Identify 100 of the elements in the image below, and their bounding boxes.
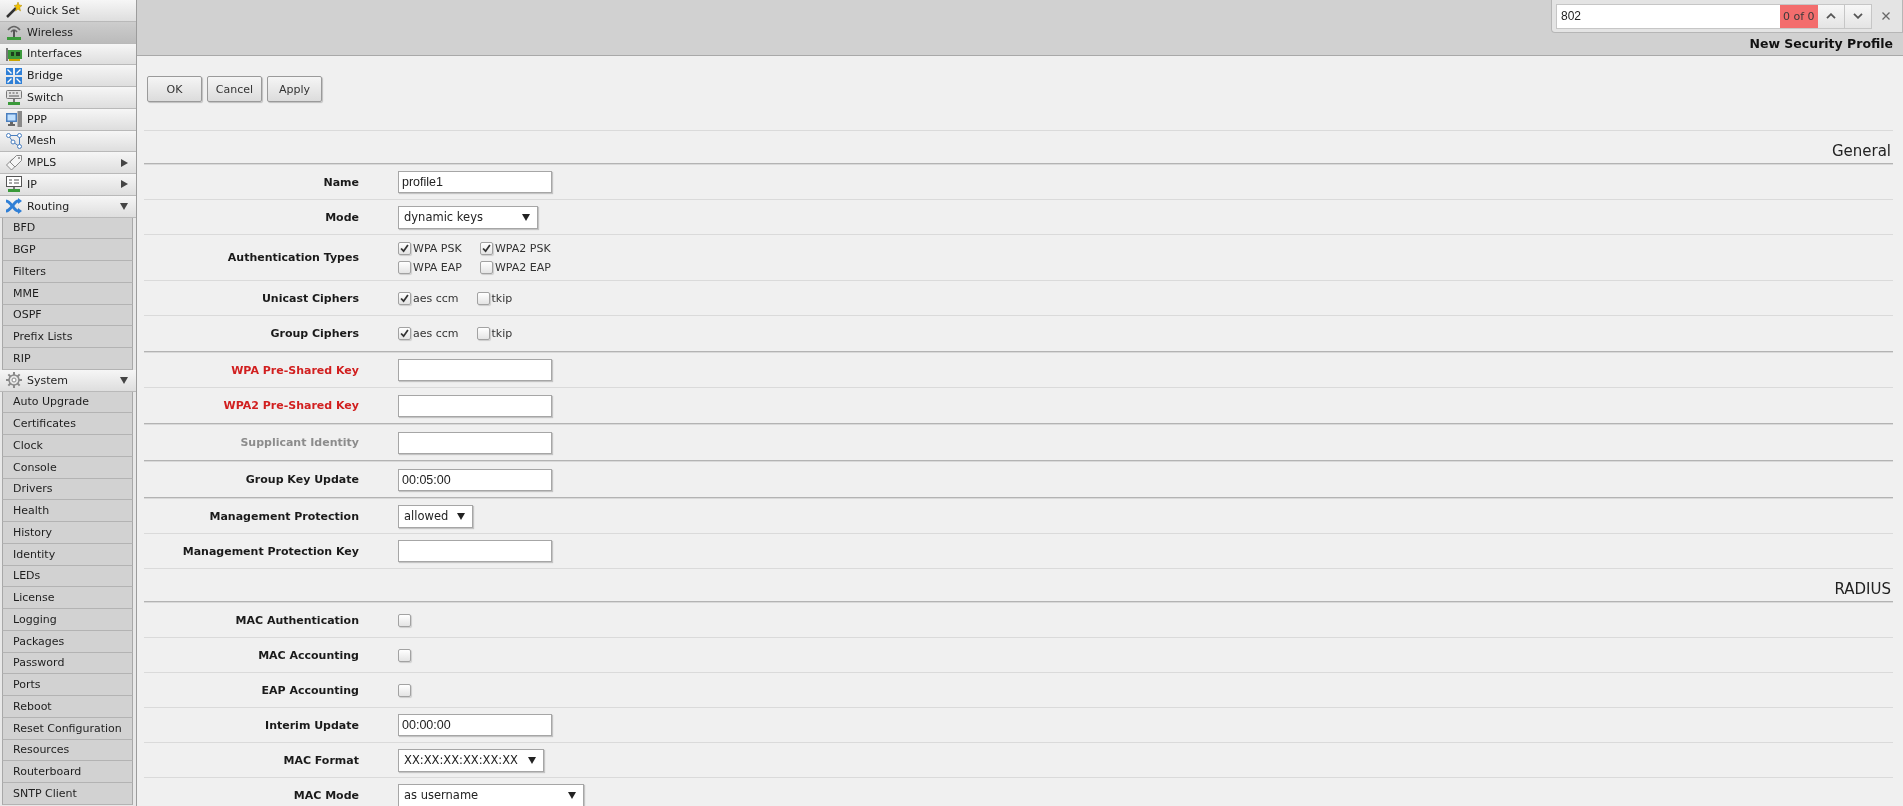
text-field[interactable] bbox=[398, 394, 552, 417]
checkbox[interactable] bbox=[476, 291, 490, 305]
sidebar-subitem[interactable]: Auto Upgrade bbox=[2, 391, 133, 414]
caret-down-icon bbox=[568, 791, 576, 799]
sidebar-subitem[interactable]: MME bbox=[2, 282, 133, 305]
sidebar-item[interactable]: MPLS bbox=[0, 152, 136, 174]
checkbox-label: aes ccm bbox=[413, 327, 459, 340]
checkmark-icon bbox=[400, 243, 409, 253]
sidebar-subitem[interactable]: Prefix Lists bbox=[2, 326, 133, 348]
previous-match-button[interactable] bbox=[1817, 3, 1845, 29]
text-field[interactable] bbox=[398, 540, 552, 562]
checkbox-label: WPA2 PSK bbox=[494, 241, 551, 255]
sidebar-subitem[interactable]: Filters bbox=[2, 261, 133, 283]
checkbox-label: WPA PSK bbox=[413, 241, 462, 255]
network-card-icon bbox=[6, 45, 22, 62]
dropdown[interactable]: as username bbox=[398, 783, 584, 806]
search-field[interactable]: 802 bbox=[1556, 3, 1780, 29]
sidebar-subitem[interactable]: Clock bbox=[2, 435, 133, 457]
sidebar-item[interactable]: Wireless bbox=[0, 21, 136, 44]
sidebar-item[interactable]: Switch bbox=[0, 87, 136, 109]
sidebar-item[interactable]: IP bbox=[0, 174, 136, 196]
checkmark-icon bbox=[400, 293, 409, 303]
checkbox[interactable] bbox=[398, 683, 411, 697]
checkbox[interactable] bbox=[398, 613, 411, 627]
sidebar-item[interactable]: Interfaces bbox=[0, 43, 136, 66]
text-field[interactable]: 00:05:00 bbox=[398, 468, 552, 491]
chevron-down-icon bbox=[1852, 13, 1863, 19]
text-field[interactable] bbox=[398, 431, 552, 454]
checkbox[interactable] bbox=[398, 327, 411, 340]
text-field[interactable]: 00:00:00 bbox=[398, 714, 552, 736]
apply-button[interactable]: Apply bbox=[267, 76, 322, 102]
tag-icon bbox=[6, 154, 22, 171]
dropdown[interactable]: dynamic keys bbox=[398, 205, 538, 229]
sidebar-subitem[interactable]: Console bbox=[2, 456, 133, 479]
sidebar-subitem[interactable]: BFD bbox=[2, 217, 133, 240]
sidebar-subitem[interactable]: Reset Configuration bbox=[2, 717, 133, 740]
checkmark-icon bbox=[400, 329, 409, 338]
field-label: MAC Format bbox=[282, 753, 359, 767]
checkmark-icon bbox=[481, 243, 491, 253]
dropdown[interactable]: XX:XX:XX:XX:XX:XX bbox=[398, 748, 544, 772]
checkbox-label: tkip bbox=[491, 291, 513, 305]
sidebar-subitem[interactable]: Password bbox=[2, 652, 133, 675]
section-title: RADIUS bbox=[1834, 580, 1891, 598]
sidebar-item[interactable]: Bridge bbox=[0, 65, 136, 87]
field-label: Group Key Update bbox=[244, 473, 359, 486]
sidebar-subitem[interactable]: Ports bbox=[2, 674, 133, 696]
next-match-button[interactable] bbox=[1844, 3, 1872, 29]
magic-wand-icon bbox=[6, 2, 22, 19]
field-label: MAC Authentication bbox=[234, 613, 359, 627]
sidebar-subitem[interactable]: LEDs bbox=[2, 565, 133, 588]
checkbox[interactable] bbox=[398, 260, 411, 274]
network-box-icon bbox=[6, 176, 22, 193]
caret-down-icon bbox=[528, 756, 536, 764]
checkbox[interactable] bbox=[398, 291, 411, 305]
nodes-icon bbox=[6, 132, 22, 149]
sidebar-subitem[interactable]: Logging bbox=[2, 609, 133, 631]
ok-button[interactable]: OK bbox=[147, 76, 202, 102]
cancel-button[interactable]: Cancel bbox=[207, 76, 262, 102]
four-arrows-icon bbox=[6, 67, 22, 84]
sidebar-subitem[interactable]: Reboot bbox=[2, 696, 133, 718]
sidebar-subitem[interactable]: History bbox=[2, 522, 133, 544]
sidebar-subitem[interactable]: Health bbox=[2, 500, 133, 522]
sidebar-item[interactable]: System bbox=[0, 369, 136, 392]
field-label: MAC Accounting bbox=[257, 648, 359, 662]
checkbox[interactable] bbox=[479, 241, 493, 255]
sidebar-item[interactable]: PPP bbox=[0, 108, 136, 131]
checkbox[interactable] bbox=[476, 327, 490, 340]
crossing-arrows-icon bbox=[6, 198, 22, 215]
sidebar-item[interactable]: Routing bbox=[0, 195, 136, 218]
sidebar-subitem[interactable]: Resources bbox=[2, 739, 133, 762]
sidebar-subitem[interactable]: Drivers bbox=[2, 478, 133, 501]
field-label: Management Protection bbox=[208, 509, 359, 523]
sidebar-subitem[interactable]: BGP bbox=[2, 239, 133, 261]
text-field[interactable]: profile1 bbox=[398, 171, 552, 193]
sidebar-item[interactable]: Mesh bbox=[0, 130, 136, 153]
sidebar-subitem[interactable]: RIP bbox=[2, 348, 133, 370]
text-field[interactable] bbox=[398, 359, 552, 381]
field-label: Interim Update bbox=[264, 718, 359, 732]
sidebar-subitem[interactable]: Identity bbox=[2, 543, 133, 566]
field-label: WPA Pre-Shared Key bbox=[230, 363, 359, 377]
sidebar-subitem[interactable]: SNTP Client bbox=[2, 783, 133, 805]
sidebar-item[interactable]: Quick Set bbox=[0, 0, 136, 22]
sidebar-subitem[interactable]: Routerboard bbox=[2, 761, 133, 783]
dropdown[interactable]: allowed bbox=[398, 504, 473, 528]
checkbox[interactable] bbox=[479, 260, 493, 274]
antenna-icon bbox=[6, 24, 22, 41]
sidebar-subitem[interactable]: Packages bbox=[2, 630, 133, 653]
checkbox[interactable] bbox=[398, 648, 411, 662]
caret-down-icon bbox=[457, 512, 465, 520]
field-label: WPA2 Pre-Shared Key bbox=[222, 399, 359, 412]
sidebar-subitem[interactable]: License bbox=[2, 587, 133, 609]
sidebar-subitem[interactable]: OSPF bbox=[2, 304, 133, 327]
field-label: Group Ciphers bbox=[269, 327, 359, 340]
field-label: EAP Accounting bbox=[260, 683, 359, 697]
sidebar-subitem[interactable]: Certificates bbox=[2, 413, 133, 435]
monitor-icon bbox=[6, 111, 22, 128]
field-label: Name bbox=[322, 175, 359, 189]
field-label: Supplicant Identity bbox=[239, 436, 359, 449]
checkbox[interactable] bbox=[398, 241, 411, 255]
chevron-up-icon bbox=[1825, 13, 1836, 19]
